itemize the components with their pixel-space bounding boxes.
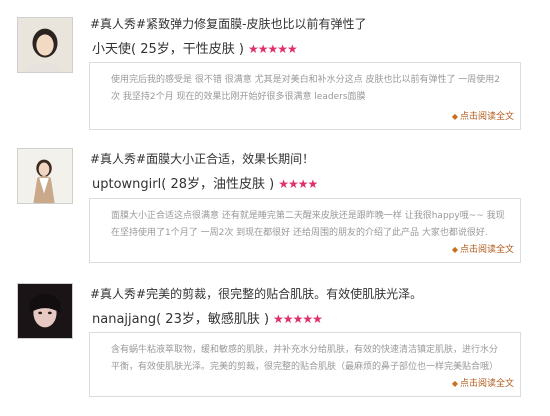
author-profile: ( 28岁，油性皮肤 )	[161, 177, 275, 192]
avatar[interactable]	[17, 148, 73, 204]
author-line: uptowngirl( 28岁，油性皮肤 ) ★★★★	[92, 173, 318, 192]
review-body-box: 使用完后我的感受是 很不错 很满意 尤其是对美白和补水分这点 皮肤也比以前有弹性…	[89, 62, 521, 130]
rating-stars: ★★★★	[278, 177, 318, 191]
read-more-link[interactable]: ◆ 点击阅读全文	[452, 376, 514, 389]
rating-stars: ★★★★★	[273, 312, 323, 326]
person-photo-icon	[18, 284, 72, 338]
author-name[interactable]: uptowngirl	[92, 177, 161, 192]
arrow-right-icon: ◆	[451, 245, 458, 254]
arrow-right-icon: ◆	[451, 112, 458, 121]
read-more-label: 点击阅读全文	[459, 379, 514, 389]
review-title[interactable]: #真人秀#完美的剪裁，很完整的贴合肌肤。有效使肌肤光泽。	[90, 285, 422, 302]
read-more-link[interactable]: ◆ 点击阅读全文	[452, 109, 514, 122]
review-text: 使用完后我的感受是 很不错 很满意 尤其是对美白和补水分这点 皮肤也比以前有弹性…	[111, 75, 501, 102]
read-more-label: 点击阅读全文	[459, 245, 514, 255]
author-line: 小天使( 25岁，干性皮肤 ) ★★★★★	[92, 38, 298, 57]
read-more-link[interactable]: ◆ 点击阅读全文	[452, 242, 514, 255]
author-line: nanajjang( 23岁，敏感肌肤 ) ★★★★★	[92, 308, 323, 327]
author-name[interactable]: nanajjang	[92, 312, 156, 327]
rating-stars: ★★★★★	[247, 42, 298, 56]
avatar[interactable]	[17, 283, 73, 339]
person-photo-icon	[18, 18, 72, 72]
arrow-right-icon: ◆	[451, 379, 458, 388]
author-name[interactable]: 小天使	[92, 42, 131, 57]
avatar[interactable]	[17, 17, 73, 73]
review-text: 面膜大小正合适这点很满意 还有就是睡完第二天醒来皮肤还是跟昨晚一样 让我很hap…	[111, 211, 505, 238]
read-more-label: 点击阅读全文	[459, 112, 514, 122]
person-photo-icon	[18, 149, 72, 203]
review-text: 含有蜗牛粘液萃取物，缓和敏感的肌肤，并补充水分给肌肤，有效的快速清洁镇定肌肤，进…	[111, 345, 499, 372]
review-title[interactable]: #真人秀#面膜大小正合适，效果长期间！	[90, 150, 314, 167]
review-title[interactable]: #真人秀#紧致弹力修复面膜-皮肤也比以前有弹性了	[90, 15, 366, 32]
author-profile: ( 23岁，敏感肌肤 )	[156, 312, 270, 327]
author-profile: ( 25岁，干性皮肤 )	[131, 42, 244, 57]
review-body-box: 面膜大小正合适这点很满意 还有就是睡完第二天醒来皮肤还是跟昨晚一样 让我很hap…	[89, 198, 521, 263]
review-body-box: 含有蜗牛粘液萃取物，缓和敏感的肌肤，并补充水分给肌肤，有效的快速清洁镇定肌肤，进…	[89, 332, 521, 397]
